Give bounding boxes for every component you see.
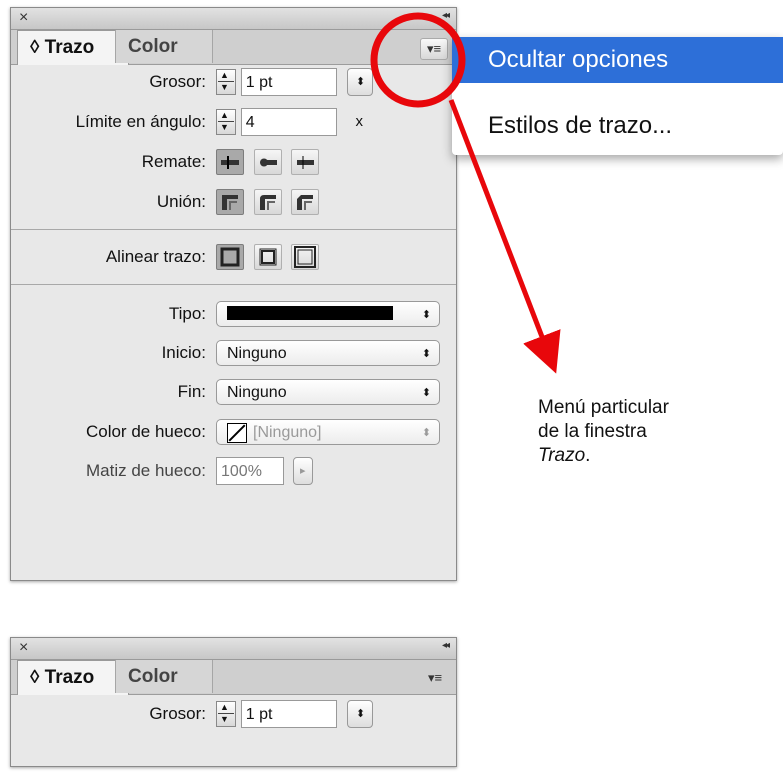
highlight-circle bbox=[370, 12, 466, 108]
annotation-arrow bbox=[448, 99, 561, 374]
annotation-overlay bbox=[370, 12, 561, 374]
